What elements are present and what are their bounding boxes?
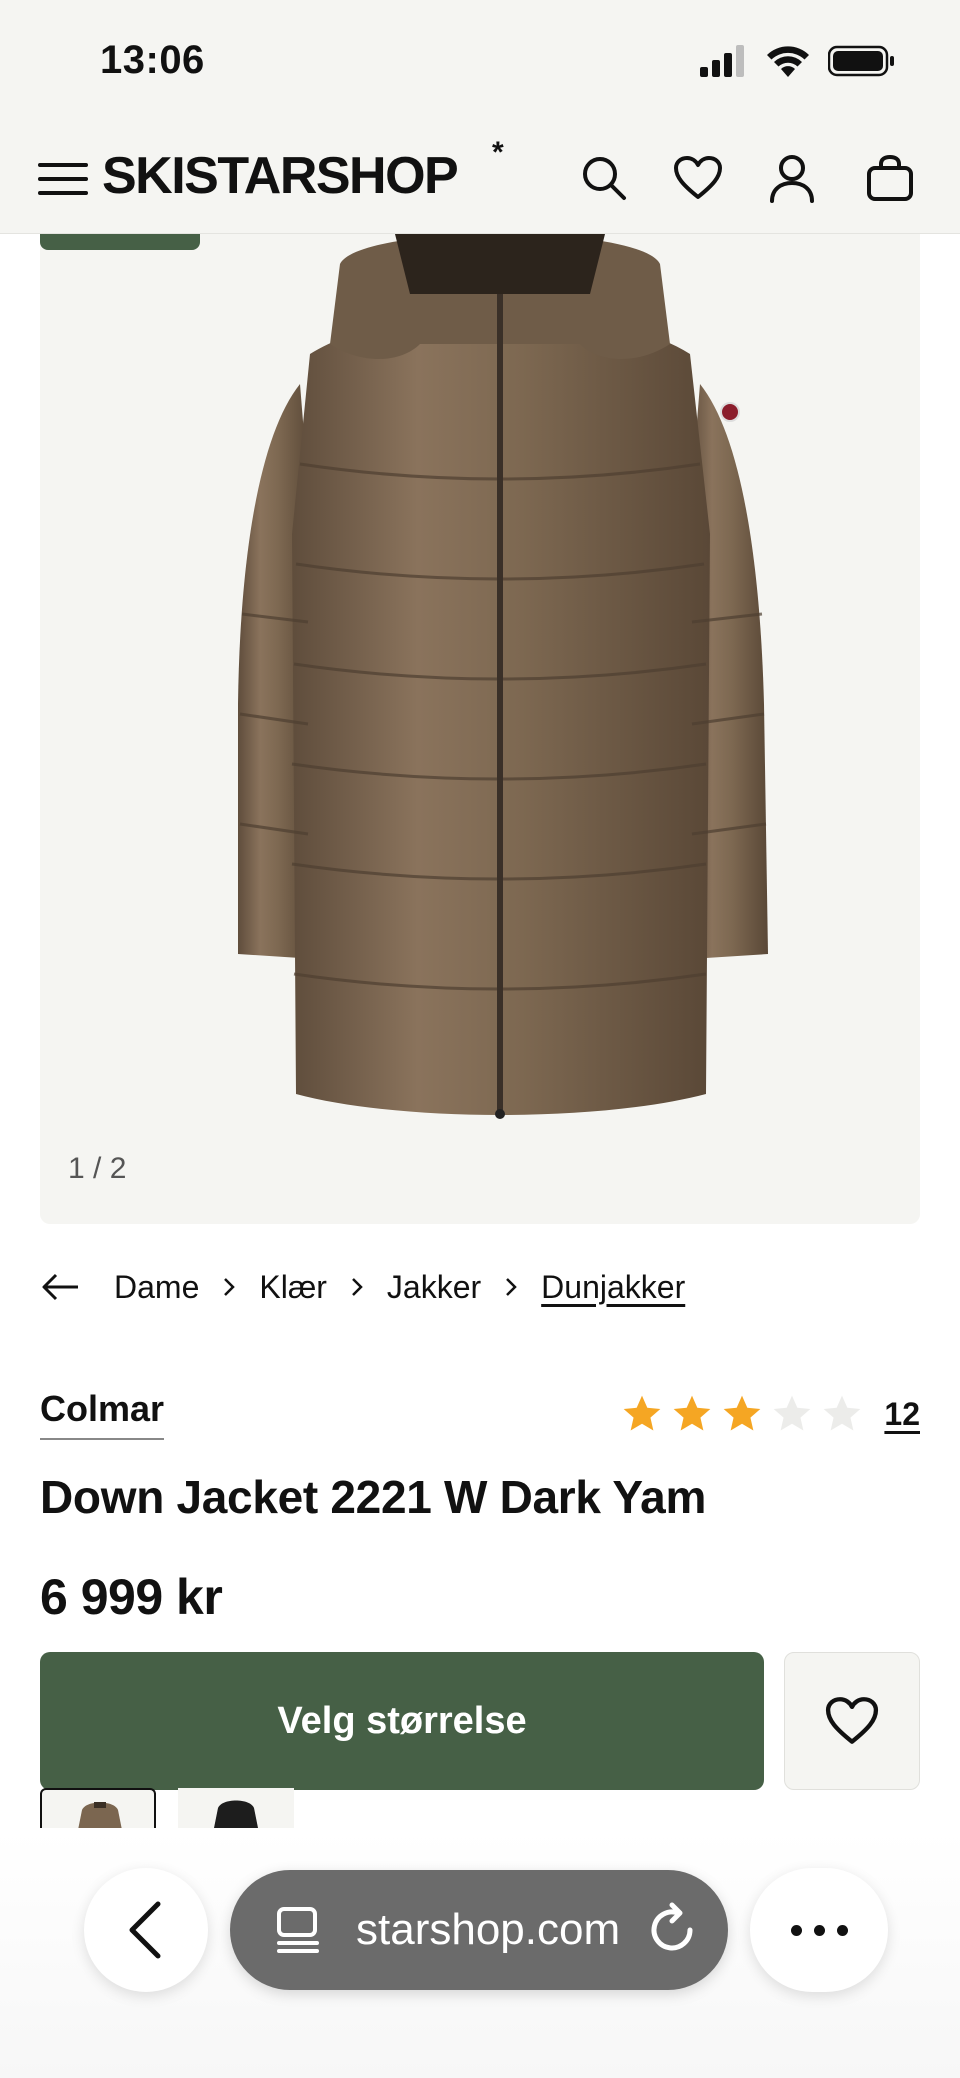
- product-title: Down Jacket 2221 W Dark Yam: [40, 1471, 707, 1523]
- breadcrumb-item-jakker[interactable]: Jakker: [383, 1269, 485, 1306]
- product-gallery[interactable]: 1 / 2: [40, 234, 920, 1224]
- product-price: 6 999 kr: [40, 1569, 223, 1625]
- color-swatch-black[interactable]: [178, 1788, 294, 1828]
- star-empty-icon: [824, 1395, 861, 1431]
- review-count[interactable]: 12: [884, 1396, 920, 1433]
- browser-back-button[interactable]: [84, 1868, 208, 1992]
- breadcrumb: Dame Klær Jakker Dunjakker: [40, 1262, 689, 1312]
- breadcrumb-item-klaer[interactable]: Klær: [255, 1269, 331, 1306]
- heart-icon: [825, 1697, 879, 1744]
- star-filled-icon: [624, 1395, 661, 1431]
- back-arrow-icon[interactable]: [40, 1262, 110, 1312]
- brand-link[interactable]: Colmar: [40, 1388, 165, 1440]
- wifi-icon: [767, 46, 809, 77]
- user-icon[interactable]: [764, 150, 820, 206]
- star-filled-icon: [674, 1395, 711, 1431]
- product-rating[interactable]: 12: [620, 1392, 920, 1436]
- more-options-button[interactable]: [750, 1868, 888, 1992]
- cellular-signal-icon: [700, 45, 744, 77]
- rating-stars: [620, 1392, 864, 1436]
- logo-mark: *: [492, 136, 504, 169]
- address-bar[interactable]: starshop.com: [230, 1870, 728, 1990]
- site-header: SKISTARSHOP *: [0, 130, 960, 234]
- menu-icon[interactable]: [38, 154, 88, 204]
- bag-icon[interactable]: [862, 150, 918, 206]
- chevron-right-icon: [203, 1276, 255, 1298]
- status-time: 13:06: [100, 38, 205, 82]
- color-swatch-dark-yam[interactable]: [40, 1788, 156, 1828]
- more-dot: [790, 1924, 802, 1936]
- chevron-right-icon: [331, 1276, 383, 1298]
- url-text: starshop.com: [356, 1905, 621, 1954]
- more-dot: [836, 1924, 848, 1936]
- star-filled-icon: [724, 1395, 761, 1431]
- breadcrumb-item-dame[interactable]: Dame: [110, 1269, 203, 1306]
- add-to-wishlist-button[interactable]: [784, 1652, 920, 1790]
- reload-icon[interactable]: [642, 1900, 702, 1960]
- select-size-button[interactable]: Velg størrelse: [40, 1652, 764, 1790]
- search-icon[interactable]: [576, 150, 632, 206]
- gallery-counter: 1 / 2: [68, 1152, 127, 1185]
- status-icons: [700, 44, 896, 78]
- chevron-right-icon: [485, 1276, 537, 1298]
- tabs-icon[interactable]: [258, 1905, 338, 1955]
- battery-icon: [828, 45, 894, 77]
- product-badge: [40, 234, 200, 250]
- status-bar: 13:06: [0, 0, 960, 130]
- chevron-left-icon: [129, 1901, 161, 1959]
- breadcrumb-item-dunjakker[interactable]: Dunjakker: [537, 1269, 689, 1306]
- more-dot: [813, 1924, 825, 1936]
- site-logo[interactable]: SKISTARSHOP: [102, 146, 459, 206]
- product-image: [238, 234, 768, 1119]
- star-empty-icon: [774, 1395, 811, 1431]
- heart-icon[interactable]: [670, 150, 726, 206]
